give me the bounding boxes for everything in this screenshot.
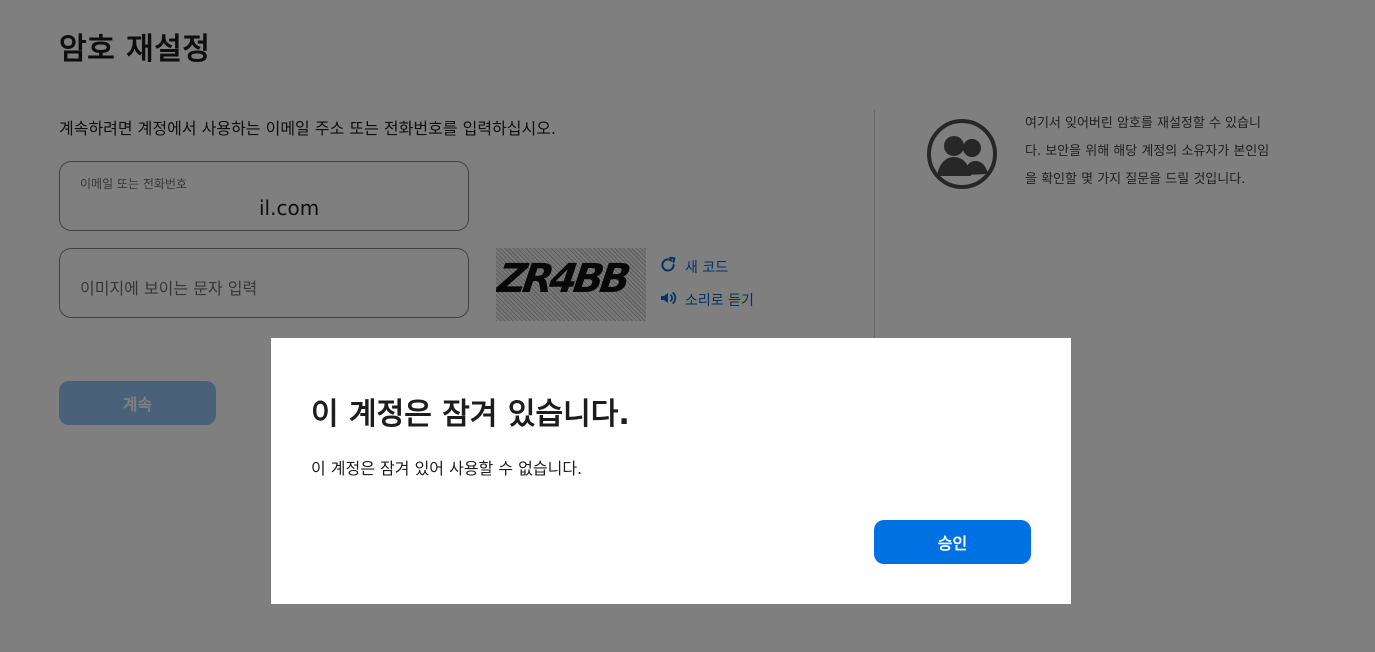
dialog-message: 이 계정은 잠겨 있어 사용할 수 없습니다. xyxy=(311,459,583,478)
dialog-title: 이 계정은 잠겨 있습니다. xyxy=(311,397,630,432)
locked-account-dialog: 이 계정은 잠겨 있습니다. 이 계정은 잠겨 있어 사용할 수 없습니다. 승… xyxy=(271,338,1071,604)
approve-button[interactable]: 승인 xyxy=(874,520,1031,564)
